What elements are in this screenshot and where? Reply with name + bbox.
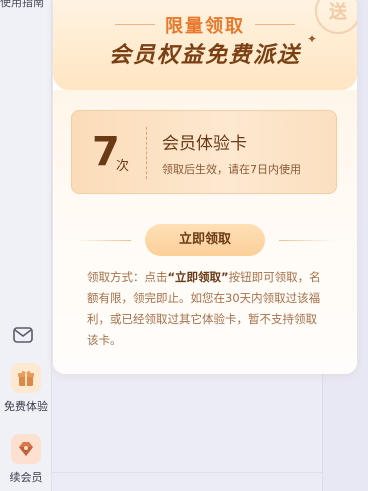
divider [52, 472, 322, 473]
promo-hero: 送 限量领取 会员权益免费派送 ✦ [53, 0, 357, 90]
gift-icon [11, 363, 41, 393]
promo-card: 送 限量领取 会员权益免费派送 ✦ 7 次 会员体验卡 领取后生效，请在7日内使… [53, 0, 357, 374]
diamond-icon [11, 434, 41, 464]
button-deco-line-right [279, 240, 335, 241]
sidebar-item-label: 续会员 [9, 471, 43, 484]
claim-button[interactable]: 立即领取 [145, 224, 265, 256]
mail-icon[interactable] [12, 324, 34, 346]
claim-rules: 领取方式：点击“立即领取”按钮即可领取，名额有限，领完即止。如您在30天内领取过… [87, 267, 327, 351]
sidebar: 使用指南 免费体验 续会员 [0, 0, 52, 491]
sidebar-item-label: 免费体验 [4, 400, 48, 413]
rules-highlight: “立即领取” [167, 270, 229, 284]
sparkle-icon: ✦ [307, 32, 318, 46]
voucher-desc: 领取后生效，请在7日内使用 [162, 163, 301, 176]
voucher-divider [146, 127, 147, 179]
button-deco-line-left [75, 240, 131, 241]
sidebar-item-free-trial[interactable]: 免费体验 [0, 363, 52, 414]
rules-prefix: 领取方式：点击 [87, 270, 168, 284]
voucher-card: 7 次 会员体验卡 领取后生效，请在7日内使用 [71, 110, 337, 194]
guide-link[interactable]: 使用指南 [0, 0, 60, 10]
voucher-unit: 次 [116, 159, 130, 174]
voucher-name: 会员体验卡 [162, 134, 247, 154]
sidebar-item-renew[interactable]: 续会员 [0, 434, 52, 485]
